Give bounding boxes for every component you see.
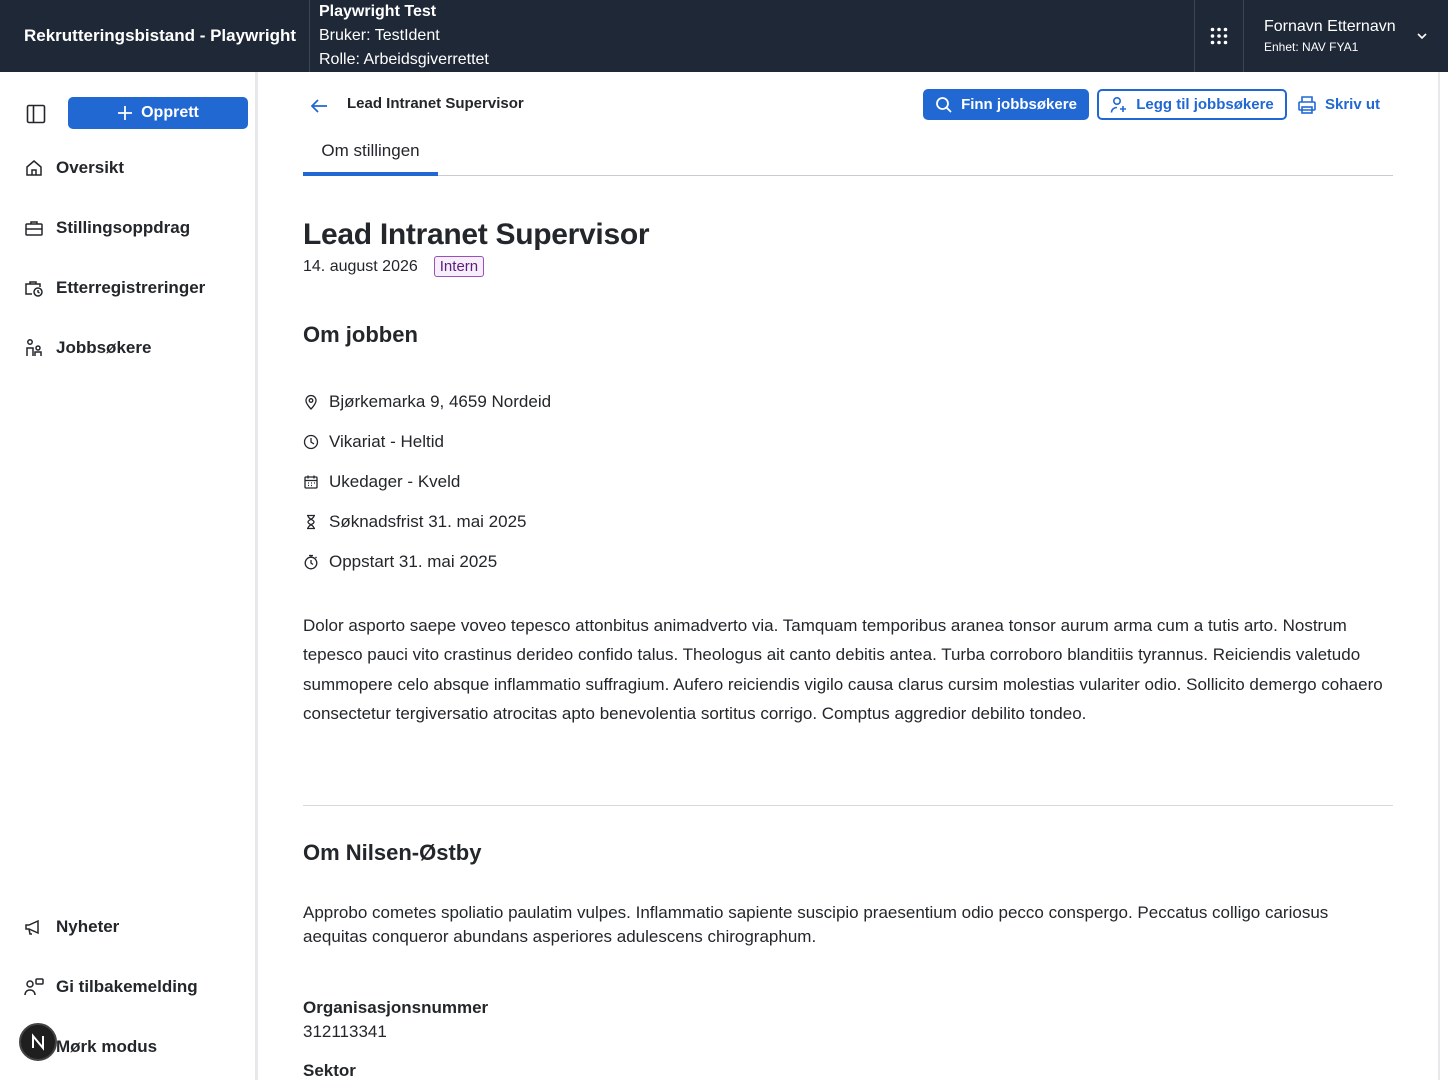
breadcrumb-title: Lead Intranet Supervisor [347, 95, 524, 112]
add-jobseekers-button[interactable]: Legg til jobbsøkere [1097, 89, 1287, 120]
hourglass-icon [307, 514, 315, 530]
stopwatch-icon [304, 554, 318, 570]
printer-icon [1298, 95, 1316, 114]
job-meta: 14. august 2026 Intern [303, 256, 485, 277]
grid-icon [1210, 27, 1228, 45]
user-unit: Enhet: NAV FYA1 [1264, 40, 1359, 54]
scroll-edge [1438, 72, 1440, 1080]
sidebar-item-jobbsokere[interactable]: Jobbsøkere [24, 334, 151, 362]
add-jobseekers-label: Legg til jobbsøkere [1136, 96, 1274, 113]
list-item: Oppstart 31. mai 2025 [303, 542, 551, 582]
environment-info: Playwright Test Bruker: TestIdent Rolle:… [310, 0, 1194, 72]
user-info: Fornavn Etternavn Enhet: NAV FYA1 [1264, 18, 1396, 54]
find-jobseekers-label: Finn jobbsøkere [961, 96, 1077, 113]
user-menu[interactable]: Fornavn Etternavn Enhet: NAV FYA1 [1244, 0, 1448, 72]
section-title-om-jobben: Om jobben [303, 322, 418, 347]
person-plus-icon [1110, 96, 1127, 113]
job-description: Dolor asporto saepe voveo tepesco attonb… [303, 616, 1383, 723]
sidebar-item-oversikt[interactable]: Oversikt [24, 154, 124, 182]
page-toolbar: Lead Intranet Supervisor Finn jobbsøkere… [303, 89, 1393, 123]
employer-description: Approbo cometes spoliatio paulatim vulpe… [303, 903, 1329, 946]
sidebar-item-etterregistreringer[interactable]: Etterregistreringer [24, 274, 205, 302]
org-number-value: 312113341 [303, 1022, 387, 1041]
section-title-employer: Om Nilsen-Østby [303, 840, 482, 865]
fact-text: Vikariat - Heltid [329, 432, 444, 451]
top-header: Rekrutteringsbistand - Playwright Playwr… [0, 0, 1448, 72]
env-role: Rolle: Arbeidsgiverrettet [319, 51, 489, 68]
sector-label: Sektor [303, 1061, 356, 1080]
sidebar-item-label: Etterregistreringer [56, 278, 206, 297]
devtools-avatar[interactable] [19, 1023, 57, 1061]
sidebar-item-label: Gi tilbakemelding [56, 977, 198, 996]
tab-om-stillingen[interactable]: Om stillingen [303, 130, 438, 176]
sidebar-item-label: Oversikt [56, 158, 125, 177]
fact-text: Bjørkemarka 9, 4659 Nordeid [329, 392, 552, 411]
megaphone-icon [25, 919, 39, 935]
print-label: Skriv ut [1325, 96, 1381, 113]
publish-date: 14. august 2026 [303, 257, 418, 275]
sidebar-toggle-icon[interactable] [24, 102, 48, 126]
status-badge: Intern [433, 256, 485, 277]
briefcase-clock-icon [25, 281, 43, 297]
sidebar-item-tilbakemelding[interactable]: Gi tilbakemelding [24, 973, 198, 1001]
list-item: Ukedager - Kveld [303, 462, 551, 502]
fact-text: Ukedager - Kveld [329, 472, 461, 491]
list-item: Vikariat - Heltid [303, 422, 551, 462]
calendar-icon [304, 475, 318, 489]
feedback-icon [24, 978, 44, 996]
fact-text: Søknadsfrist 31. mai 2025 [329, 512, 527, 531]
plus-icon [118, 106, 133, 120]
fact-text: Oppstart 31. mai 2025 [329, 552, 498, 571]
sidebar-item-label: Nyheter [56, 917, 120, 936]
list-item: Bjørkemarka 9, 4659 Nordeid [303, 382, 551, 422]
chevron-down-icon [1417, 33, 1427, 40]
create-button-label: Opprett [141, 104, 199, 121]
sidebar-item-label: Stillingsoppdrag [56, 218, 191, 237]
sidebar-item-stillingsoppdrag[interactable]: Stillingsoppdrag [24, 214, 190, 242]
search-icon [936, 96, 952, 113]
org-number-label: Organisasjonsnummer [303, 998, 489, 1017]
sidebar-item-label: Jobbsøkere [56, 338, 152, 357]
section-divider [303, 805, 1393, 806]
people-icon [26, 339, 42, 356]
arrow-left-icon[interactable] [307, 94, 331, 118]
user-name: Fornavn Etternavn [1264, 18, 1396, 35]
tab-list: Om stillingen [303, 130, 1393, 176]
env-user: Bruker: TestIdent [319, 27, 440, 44]
apps-menu-button[interactable] [1194, 0, 1244, 72]
app-title[interactable]: Rekrutteringsbistand - Playwright [0, 0, 310, 72]
briefcase-icon [25, 221, 43, 236]
house-icon [26, 160, 42, 176]
job-facts-list: Bjørkemarka 9, 4659 Nordeid Vikariat - H… [303, 382, 551, 582]
create-button[interactable]: Opprett [68, 97, 248, 129]
sidebar: Opprett Oversikt Stillingsoppdrag Etterr… [0, 72, 258, 1080]
print-button[interactable]: Skriv ut [1297, 89, 1387, 120]
find-jobseekers-button[interactable]: Finn jobbsøkere [923, 89, 1089, 120]
sidebar-item-label: Mørk modus [56, 1037, 158, 1056]
env-title: Playwright Test [319, 3, 437, 20]
clock-icon [303, 434, 319, 450]
location-pin-icon [305, 394, 317, 410]
n-logo-icon [32, 1033, 44, 1051]
sidebar-item-nyheter[interactable]: Nyheter [24, 913, 119, 941]
list-item: Søknadsfrist 31. mai 2025 [303, 502, 551, 542]
page-title: Lead Intranet Supervisor [303, 218, 650, 251]
